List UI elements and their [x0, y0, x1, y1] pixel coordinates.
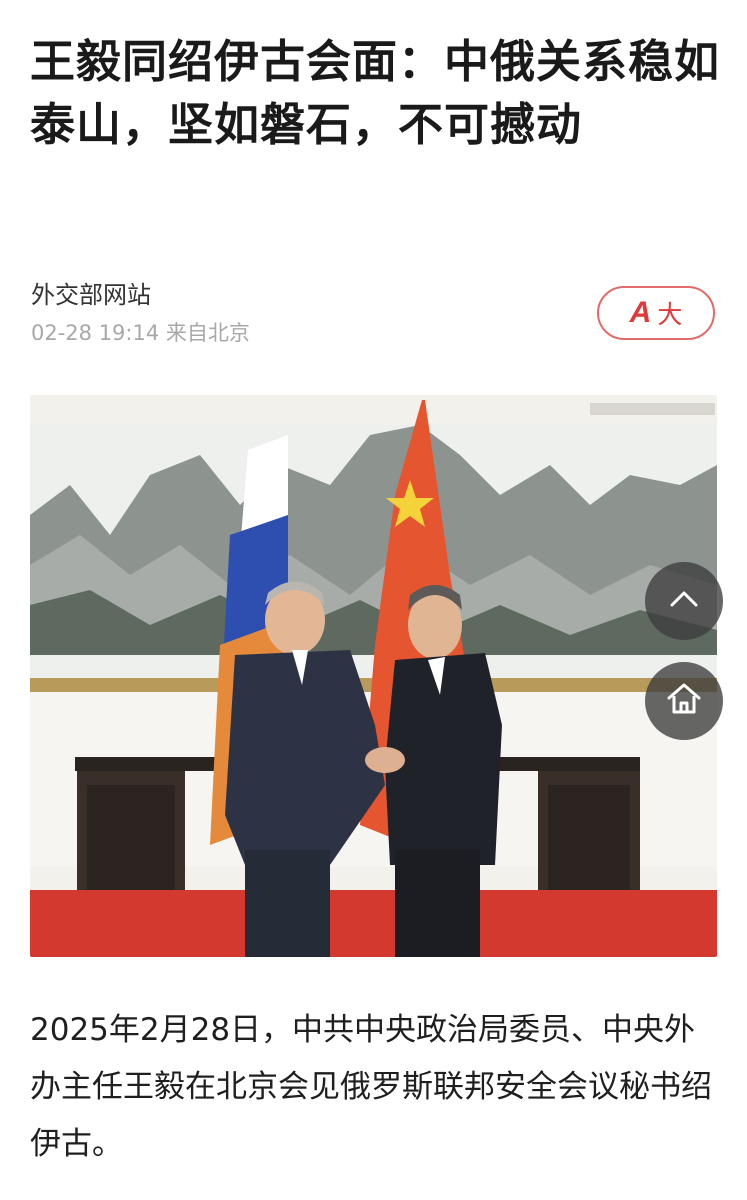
scroll-top-button[interactable] — [645, 562, 723, 640]
font-size-icon: A — [629, 296, 652, 329]
font-size-button[interactable]: A 大 — [597, 286, 715, 340]
home-icon — [664, 679, 704, 723]
chevron-up-icon — [667, 582, 701, 620]
article-photo[interactable] — [30, 395, 717, 957]
article-body: 2025年2月28日，中共中央政治局委员、中央外办主任王毅在北京会见俄罗斯联邦安… — [30, 1012, 712, 1162]
font-size-label: 大 — [657, 300, 683, 329]
article-title: 王毅同绍伊古会面：中俄关系稳如泰山，坚如磐石，不可撼动 — [30, 35, 721, 151]
home-button[interactable] — [645, 662, 723, 740]
article-source[interactable]: 外交部网站 — [31, 275, 151, 310]
article-meta: 02-28 19:14 来自北京 — [31, 321, 250, 345]
